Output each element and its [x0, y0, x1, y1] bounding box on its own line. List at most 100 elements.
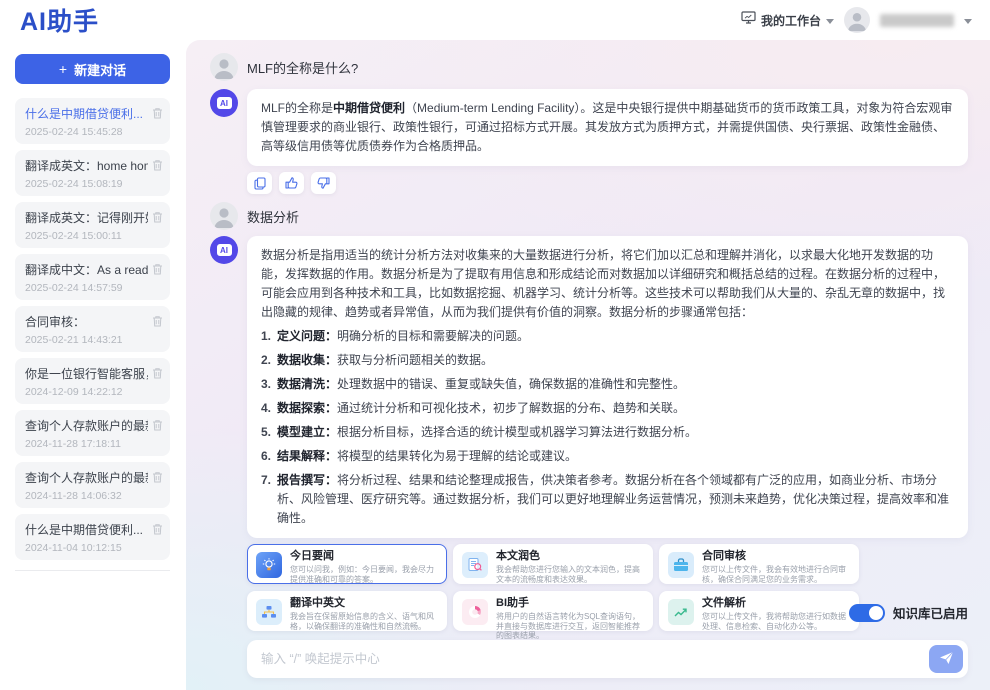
trash-icon[interactable] [152, 522, 163, 540]
app-window: AI助手 我的工作台 + [0, 0, 990, 690]
conversation-time: 2025-02-24 15:45:28 [25, 126, 148, 138]
conversation-item[interactable]: 什么是中期借贷便利... 2025-02-24 15:45:28 [15, 98, 170, 144]
trash-icon[interactable] [152, 210, 163, 228]
step-item: 6.结果解释：将模型的结果转化为易于理解的结论或建议。 [261, 447, 954, 466]
trash-icon[interactable] [152, 158, 163, 176]
card-bi-assistant[interactable]: BI助手 将用户的自然语言转化为SQL查询语句，并直接与数据库进行交互，返回智能… [453, 591, 653, 631]
chevron-down-icon [826, 11, 834, 29]
step-item: 7.报告撰写：将分析过程、结果和结论整理成报告，供决策者参考。数据分析在各个领域… [261, 471, 954, 528]
card-title: BI助手 [496, 597, 644, 610]
card-desc: 您可以问我，例如：今日要闻，我会尽力提供准确和可靠的答案。 [290, 565, 438, 584]
conversation-title: 查询个人存款账户的最新... [25, 469, 148, 486]
ai-message-row: AI MLF的全称是中期借贷便利（Medium-term Lending Fac… [210, 89, 968, 166]
conversation-title: 合同审核： [25, 313, 148, 330]
send-button[interactable] [929, 645, 963, 673]
conversation-time: 2025-02-24 15:00:11 [25, 230, 148, 242]
trash-icon[interactable] [152, 106, 163, 124]
conversation-title: 你是一位银行智能客服，... [25, 365, 148, 382]
briefcase-icon [668, 552, 694, 578]
step-item: 1.定义问题：明确分析的目标和需要解决的问题。 [261, 327, 954, 346]
ai-message-row: AI 数据分析是指用适当的统计分析方法对收集来的大量数据进行分析，将它们加以汇总… [210, 236, 968, 538]
card-contract-review[interactable]: 合同审核 您可以上传文件，我会有效地进行合同审核，确保合同满足您的业务需求。 [659, 544, 859, 584]
copy-button[interactable] [247, 172, 272, 194]
thumbs-down-button[interactable] [311, 172, 336, 194]
trash-icon[interactable] [152, 418, 163, 436]
conversation-title: 翻译成中文：As a reader... [25, 261, 148, 278]
user-avatar[interactable] [844, 7, 870, 33]
sidebar-divider [15, 570, 170, 571]
step-item: 3.数据清洗：处理数据中的错误、重复或缺失值，确保数据的准确性和完整性。 [261, 375, 954, 394]
conversation-time: 2025-02-21 14:43:21 [25, 334, 148, 346]
conversation-time: 2025-02-24 14:57:59 [25, 282, 148, 294]
workspace-menu[interactable]: 我的工作台 [741, 11, 834, 29]
prompt-input[interactable] [261, 652, 929, 666]
doc-polish-icon [462, 552, 488, 578]
card-title: 本文润色 [496, 550, 644, 563]
trend-chart-icon [668, 599, 694, 625]
trash-icon[interactable] [152, 366, 163, 384]
conversation-item[interactable]: 合同审核： 2025-02-21 14:43:21 [15, 306, 170, 352]
card-text-polish[interactable]: 本文润色 我会帮助您进行您输入的文本润色，提高文本的流畅度和表达效果。 [453, 544, 653, 584]
lightbulb-icon [256, 552, 282, 578]
ai-text-bold: 中期借贷便利 [333, 101, 405, 115]
conversation-time: 2024-11-04 10:12:15 [25, 542, 148, 554]
conversation-title: 查询个人存款账户的最新... [25, 417, 148, 434]
card-title: 合同审核 [702, 550, 850, 563]
conversation-item[interactable]: 翻译成中文：As a reader... 2025-02-24 14:57:59 [15, 254, 170, 300]
conversation-item[interactable]: 查询个人存款账户的最新... 2024-11-28 17:18:11 [15, 410, 170, 456]
thumbs-up-button[interactable] [279, 172, 304, 194]
conversation-title: 什么是中期借贷便利... [25, 521, 148, 538]
card-desc: 您可以上传文件，我将帮助您进行如数据处理、信息检索、自动化办公等。 [702, 612, 850, 631]
conversation-item[interactable]: 你是一位银行智能客服，... 2024-12-09 14:22:12 [15, 358, 170, 404]
conversation-time: 2024-11-28 17:18:11 [25, 438, 148, 450]
knowledge-base-toggle[interactable]: 知识库已启用 [849, 603, 968, 622]
conversation-item[interactable]: 翻译成英文：home home 2025-02-24 15:08:19 [15, 150, 170, 196]
workspace-label: 我的工作台 [761, 12, 821, 29]
translate-icon [256, 599, 282, 625]
toggle-on-icon[interactable] [849, 604, 885, 622]
card-file-parse[interactable]: 文件解析 您可以上传文件，我将帮助您进行如数据处理、信息检索、自动化办公等。 [659, 591, 859, 631]
paper-plane-icon [939, 651, 954, 668]
plus-icon: + [59, 61, 67, 77]
conversation-time: 2025-02-24 15:08:19 [25, 178, 148, 190]
conversation-item[interactable]: 什么是中期借贷便利... 2024-11-04 10:12:15 [15, 514, 170, 560]
sidebar: + 新建对话 什么是中期借贷便利... 2025-02-24 15:45:28 … [0, 40, 186, 690]
card-desc: 将用户的自然语言转化为SQL查询语句，并直接与数据库进行交互，返回智能推荐的图表… [496, 612, 644, 641]
conversation-item[interactable]: 翻译成英文：记得刚开始... 2025-02-24 15:00:11 [15, 202, 170, 248]
monitor-icon [741, 11, 756, 29]
new-chat-button[interactable]: + 新建对话 [15, 54, 170, 84]
user-avatar [210, 53, 238, 81]
card-title: 翻译中英文 [290, 597, 438, 610]
ai-text: MLF的全称是 [261, 101, 333, 115]
trash-icon[interactable] [152, 314, 163, 332]
user-message-text: 数据分析 [247, 207, 299, 226]
ai-text: 数据分析是指用适当的统计分析方法对收集来的大量数据进行分析，将它们加以汇总和理解… [261, 248, 945, 319]
conversation-title: 翻译成英文：home home [25, 157, 148, 174]
user-message-text: MLF的全称是什么? [247, 58, 358, 77]
app-logo: AI助手 [20, 2, 99, 38]
chat-panel: MLF的全称是什么? AI MLF的全称是中期借贷便利（Medium-term … [186, 40, 990, 690]
conversation-time: 2024-12-09 14:22:12 [25, 386, 148, 398]
step-item: 4.数据探索：通过统计分析和可视化技术，初步了解数据的分布、趋势和关联。 [261, 399, 954, 418]
trash-icon[interactable] [152, 262, 163, 280]
ai-avatar-icon: AI [210, 89, 238, 117]
card-desc: 您可以上传文件，我会有效地进行合同审核，确保合同满足您的业务需求。 [702, 565, 850, 584]
step-item: 5.模型建立：根据分析目标，选择合适的统计模型或机器学习算法进行数据分析。 [261, 423, 954, 442]
card-title: 今日要闻 [290, 550, 438, 563]
steps-list: 1.定义问题：明确分析的目标和需要解决的问题。 2.数据收集：获取与分析问题相关… [261, 327, 954, 528]
step-item: 2.数据收集：获取与分析问题相关的数据。 [261, 351, 954, 370]
conversation-time: 2024-11-28 14:06:32 [25, 490, 148, 502]
message-actions [247, 172, 968, 194]
conversation-item[interactable]: 查询个人存款账户的最新... 2024-11-28 14:06:32 [15, 462, 170, 508]
prompt-input-bar [247, 640, 968, 678]
trash-icon[interactable] [152, 470, 163, 488]
card-daily-news[interactable]: 今日要闻 您可以问我，例如：今日要闻，我会尽力提供准确和可靠的答案。 [247, 544, 447, 584]
conversation-title: 翻译成英文：记得刚开始... [25, 209, 148, 226]
card-desc: 我会帮助您进行您输入的文本润色，提高文本的流畅度和表达效果。 [496, 565, 644, 584]
card-desc: 我会旨在保留原始信息的含义、语气和风格，以确保翻译的准确性和自然流畅。 [290, 612, 438, 631]
top-header: AI助手 我的工作台 [0, 0, 990, 40]
user-message-row: MLF的全称是什么? [210, 53, 968, 81]
username-redacted[interactable] [880, 14, 954, 27]
card-translate[interactable]: 翻译中英文 我会旨在保留原始信息的含义、语气和风格，以确保翻译的准确性和自然流畅… [247, 591, 447, 631]
donut-chart-icon [462, 599, 488, 625]
